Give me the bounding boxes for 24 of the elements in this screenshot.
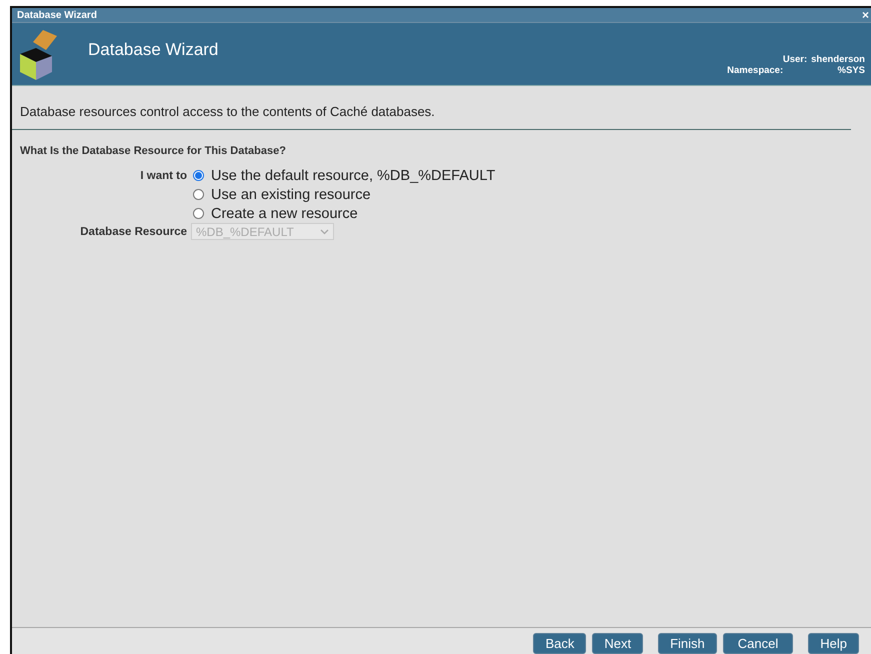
header-title: Database Wizard: [88, 40, 220, 60]
radio-button[interactable]: [193, 208, 204, 219]
wizard-button[interactable]: Help: [808, 633, 859, 654]
radio-button[interactable]: [193, 170, 204, 181]
choice-label: I want to: [140, 170, 187, 182]
radio-label[interactable]: Use the default resource, %DB_%DEFAULT: [211, 168, 496, 184]
wizard-button[interactable]: Back: [533, 633, 586, 654]
radio-button[interactable]: [193, 189, 204, 200]
chevron-down-icon: [320, 228, 329, 234]
namespace-value: %SYS: [836, 65, 865, 76]
user-name: shenderson: [811, 54, 865, 65]
namespace-label: Namespace:: [727, 65, 784, 76]
wizard-button[interactable]: Cancel: [722, 633, 794, 654]
radio-label[interactable]: Create a new resource: [211, 206, 358, 222]
description-text: Database resources control access to the contents of Caché databases.: [20, 104, 435, 119]
cube-logo-icon: [18, 28, 58, 80]
window-title: Database Wizard: [17, 10, 97, 20]
section-heading: What Is the Database Resource for This Database?: [20, 145, 286, 157]
resource-label: Database Resource: [80, 226, 187, 238]
user-label: User:: [782, 54, 808, 65]
close-button[interactable]: ×: [862, 8, 869, 22]
wizard-button[interactable]: Next: [592, 633, 644, 654]
wizard-button[interactable]: Finish: [658, 633, 717, 654]
radio-label[interactable]: Use an existing resource: [211, 186, 371, 202]
